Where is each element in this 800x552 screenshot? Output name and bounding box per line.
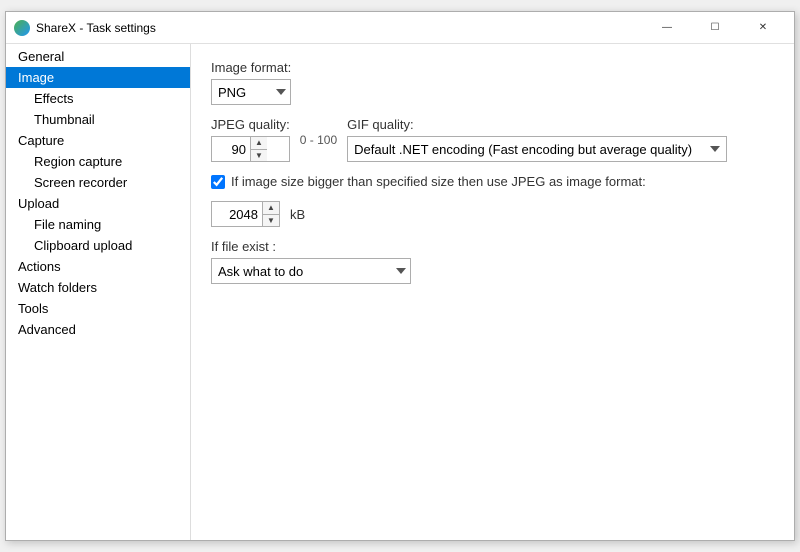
main-panel: Image format: PNGJPEGGIFBMPTIFF JPEG qua… (191, 44, 794, 540)
size-up[interactable]: ▲ (263, 202, 279, 214)
jpeg-quality-group: JPEG quality: ▲ ▼ (211, 117, 290, 162)
sidebar-item-capture[interactable]: Capture (6, 130, 190, 151)
sidebar-item-effects[interactable]: Effects (6, 88, 190, 109)
sidebar-item-clipboard-upload[interactable]: Clipboard upload (6, 235, 190, 256)
sidebar-item-tools[interactable]: Tools (6, 298, 190, 319)
size-spinner-buttons: ▲ ▼ (262, 202, 279, 226)
size-row: ▲ ▼ kB (211, 201, 774, 227)
jpeg-quality-label: JPEG quality: (211, 117, 290, 132)
content-area: GeneralImageEffectsThumbnailCaptureRegio… (6, 44, 794, 540)
close-button[interactable]: ✕ (740, 12, 786, 44)
sidebar-item-watch-folders[interactable]: Watch folders (6, 277, 190, 298)
maximize-button[interactable]: ☐ (692, 12, 738, 44)
size-unit: kB (290, 207, 305, 222)
sidebar-item-upload[interactable]: Upload (6, 193, 190, 214)
window-controls: — ☐ ✕ (644, 12, 786, 44)
jpeg-fallback-label: If image size bigger than specified size… (231, 174, 646, 189)
gif-quality-group: GIF quality: Default .NET encoding (Fast… (347, 117, 727, 162)
sidebar-item-thumbnail[interactable]: Thumbnail (6, 109, 190, 130)
file-exist-group: If file exist : Ask what to doOverwriteS… (211, 239, 774, 284)
sidebar-item-advanced[interactable]: Advanced (6, 319, 190, 340)
sidebar-item-general[interactable]: General (6, 46, 190, 67)
jpeg-quality-range: 0 - 100 (300, 133, 337, 147)
file-exist-select[interactable]: Ask what to doOverwriteSkipRename (211, 258, 411, 284)
size-down[interactable]: ▼ (263, 214, 279, 227)
jpeg-spinner-buttons: ▲ ▼ (250, 137, 267, 161)
jpeg-quality-up[interactable]: ▲ (251, 137, 267, 149)
gif-quality-label: GIF quality: (347, 117, 727, 132)
window-title: ShareX - Task settings (36, 21, 644, 35)
image-format-label: Image format: (211, 60, 774, 75)
size-spinner: ▲ ▼ (211, 201, 280, 227)
quality-row: JPEG quality: ▲ ▼ 0 - 100 GIF quality: D… (211, 117, 774, 162)
jpeg-quality-spinner: ▲ ▼ (211, 136, 290, 162)
gif-quality-select[interactable]: Default .NET encoding (Fast encoding but… (347, 136, 727, 162)
file-exist-label: If file exist : (211, 239, 774, 254)
image-format-select[interactable]: PNGJPEGGIFBMPTIFF (211, 79, 291, 105)
sidebar: GeneralImageEffectsThumbnailCaptureRegio… (6, 44, 191, 540)
sidebar-item-screen-recorder[interactable]: Screen recorder (6, 172, 190, 193)
sidebar-item-image[interactable]: Image (6, 67, 190, 88)
minimize-button[interactable]: — (644, 12, 690, 44)
jpeg-fallback-group: If image size bigger than specified size… (211, 174, 774, 189)
jpeg-fallback-checkbox[interactable] (211, 175, 225, 189)
jpeg-quality-input[interactable] (212, 137, 250, 161)
size-input[interactable] (212, 202, 262, 226)
sidebar-item-file-naming[interactable]: File naming (6, 214, 190, 235)
image-format-group: Image format: PNGJPEGGIFBMPTIFF (211, 60, 774, 105)
sidebar-item-region-capture[interactable]: Region capture (6, 151, 190, 172)
main-window: ShareX - Task settings — ☐ ✕ GeneralImag… (5, 11, 795, 541)
sidebar-item-actions[interactable]: Actions (6, 256, 190, 277)
titlebar: ShareX - Task settings — ☐ ✕ (6, 12, 794, 44)
app-icon (14, 20, 30, 36)
jpeg-quality-down[interactable]: ▼ (251, 149, 267, 162)
